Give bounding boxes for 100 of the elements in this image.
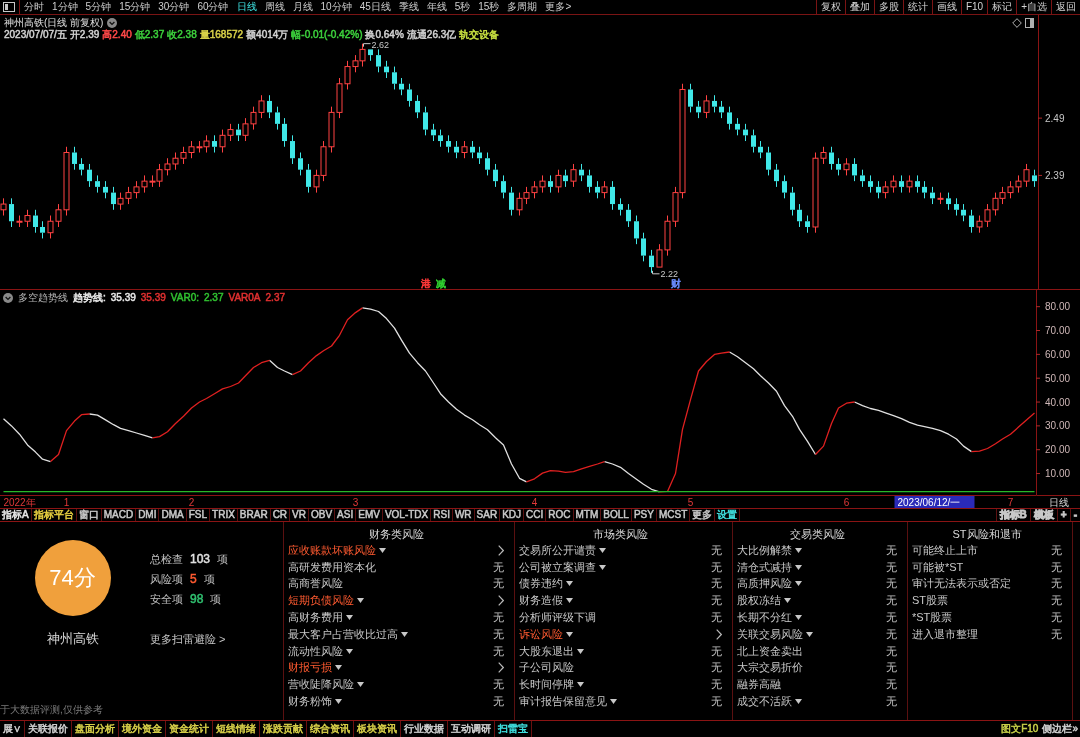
toolbar-button[interactable]: +自选 [1016, 0, 1051, 14]
period-tab[interactable]: 季线 [394, 0, 423, 14]
period-tab[interactable]: 5分钟 [81, 0, 116, 14]
indicator-tab[interactable]: 指标平台 [31, 509, 76, 521]
period-tab[interactable]: 年线 [422, 0, 451, 14]
indicator-tab[interactable]: KDJ [500, 509, 524, 521]
period-tab[interactable]: 10分钟 [316, 0, 356, 14]
indicator-tab[interactable]: DMA [159, 509, 186, 521]
risk-item[interactable]: ST股票 [912, 593, 949, 609]
risk-item[interactable]: 交易所公开谴责 [519, 542, 596, 558]
bottom-tab[interactable]: 展∨ [0, 721, 24, 737]
indicator-tab[interactable]: RSI [431, 509, 452, 521]
risk-item[interactable]: 债券违约 [519, 576, 563, 592]
caret-icon[interactable] [566, 581, 573, 587]
risk-item[interactable]: 诉讼风险 [519, 626, 563, 642]
toolbar-button[interactable]: F10 [960, 0, 988, 14]
indicator-tab[interactable]: ASI [335, 509, 356, 521]
bottom-tab[interactable]: 板块资讯 [354, 721, 400, 737]
period-tab[interactable]: 30分钟 [154, 0, 194, 14]
period-tab[interactable]: 15分钟 [115, 0, 155, 14]
period-tab[interactable]: 15秒 [474, 0, 504, 14]
caret-icon[interactable] [335, 699, 342, 705]
indicator-tab[interactable]: VOL-TDX [382, 509, 431, 521]
period-tab[interactable]: 1分钟 [48, 0, 82, 14]
indicator-tab[interactable]: EMV [356, 509, 382, 521]
caret-icon[interactable] [795, 699, 802, 705]
bottom-tab[interactable]: 境外资金 [119, 721, 165, 737]
caret-icon[interactable] [784, 598, 791, 604]
risk-item[interactable]: 高财务费用 [288, 610, 343, 626]
risk-item[interactable]: 审计报告保留意见 [519, 694, 607, 710]
chevron-circle-icon[interactable] [3, 293, 13, 303]
risk-item[interactable]: 融券高融 [737, 677, 781, 693]
toolbar-button[interactable]: 统计 [902, 0, 932, 14]
bottom-tab[interactable]: 互动调研 [448, 721, 494, 737]
indicator-tab[interactable]: TRIX [210, 509, 237, 521]
caret-icon[interactable] [795, 581, 802, 587]
indicator-tab[interactable]: VR [290, 509, 308, 521]
diamond-icon[interactable] [1012, 18, 1022, 28]
caret-icon[interactable] [566, 631, 573, 637]
caret-icon[interactable] [795, 564, 802, 570]
risk-item[interactable]: 公司被立案调查 [519, 559, 596, 575]
caret-icon[interactable] [566, 598, 573, 604]
toolbar-button[interactable]: 多股 [873, 0, 903, 14]
indicator-tab[interactable]: MACD [101, 509, 136, 521]
bottom-tab[interactable]: 扫雷宝 [495, 721, 531, 737]
indicator-tab[interactable]: CCI [524, 509, 546, 521]
caret-icon[interactable] [795, 547, 802, 553]
caret-icon[interactable] [346, 615, 353, 621]
risk-item[interactable]: 长期不分红 [737, 610, 792, 626]
toolbar-button[interactable]: 复权 [815, 0, 845, 14]
window-icon[interactable] [3, 2, 15, 12]
caret-icon[interactable] [795, 615, 802, 621]
indicator-tab[interactable]: FSL [186, 509, 210, 521]
risk-item[interactable]: 北上资金卖出 [737, 643, 803, 659]
period-tab[interactable]: 60分钟 [193, 0, 233, 14]
caret-icon[interactable] [577, 648, 584, 654]
caret-icon[interactable] [335, 665, 342, 671]
caret-icon[interactable] [610, 699, 617, 705]
indicator-tab[interactable]: - [1070, 509, 1080, 521]
period-tab[interactable]: 分时 [20, 0, 48, 14]
risk-item[interactable]: 可能终止上市 [912, 542, 978, 558]
bottom-tab[interactable]: 行业数据 [401, 721, 447, 737]
indicator-tab[interactable]: WR [452, 509, 474, 521]
caret-icon[interactable] [379, 547, 386, 553]
caret-icon[interactable] [357, 682, 364, 688]
indicator-tab[interactable]: BOLL [601, 509, 631, 521]
indicator-tab[interactable]: SAR [474, 509, 500, 521]
indicator-tab[interactable]: BRAR [237, 509, 270, 521]
risk-item[interactable]: 营收陡降风险 [288, 677, 354, 693]
indicator-tab[interactable]: 更多 [690, 509, 715, 521]
indicator-tab[interactable]: ROC [546, 509, 573, 521]
indicator-tab[interactable]: CR [270, 509, 290, 521]
risk-item[interactable]: 大股东退出 [519, 643, 574, 659]
panel-icon[interactable] [1025, 18, 1034, 28]
risk-item[interactable]: 清仓式减持 [737, 559, 792, 575]
caret-icon[interactable] [357, 598, 364, 604]
bottom-tab[interactable]: 综合资讯 [307, 721, 353, 737]
toolbar-button[interactable]: 标记 [987, 0, 1017, 14]
risk-item[interactable]: 长时间停牌 [519, 677, 574, 693]
risk-item[interactable]: 可能被*ST [912, 559, 964, 575]
indicator-tab[interactable]: PSY [631, 509, 656, 521]
risk-item[interactable]: 大宗交易折价 [737, 660, 803, 676]
indicator-tab[interactable]: 设置 [715, 509, 740, 521]
indicator-tab[interactable]: 指标A [0, 509, 31, 521]
risk-item[interactable]: 高研发费用资本化 [288, 559, 376, 575]
caret-icon[interactable] [346, 648, 353, 654]
bottom-tab[interactable]: 资金统计 [166, 721, 212, 737]
toolbar-button[interactable]: 叠加 [844, 0, 874, 14]
risk-item[interactable]: 关联交易风险 [737, 626, 803, 642]
toolbar-button[interactable]: 画线 [931, 0, 961, 14]
period-tab[interactable]: 周线 [260, 0, 289, 14]
risk-item[interactable]: 高质押风险 [737, 576, 792, 592]
risk-item[interactable]: 应收账款坏账风险 [288, 542, 376, 558]
risk-item[interactable]: 流动性风险 [288, 643, 343, 659]
risk-item[interactable]: 财报亏损 [288, 660, 332, 676]
risk-item[interactable]: 财务粉饰 [288, 694, 332, 710]
caret-icon[interactable] [806, 631, 813, 637]
bottom-tab[interactable]: 涨跌贡献 [260, 721, 306, 737]
indicator-tab[interactable]: OBV [309, 509, 335, 521]
risk-item[interactable]: 审计无法表示或否定 [912, 576, 1011, 592]
